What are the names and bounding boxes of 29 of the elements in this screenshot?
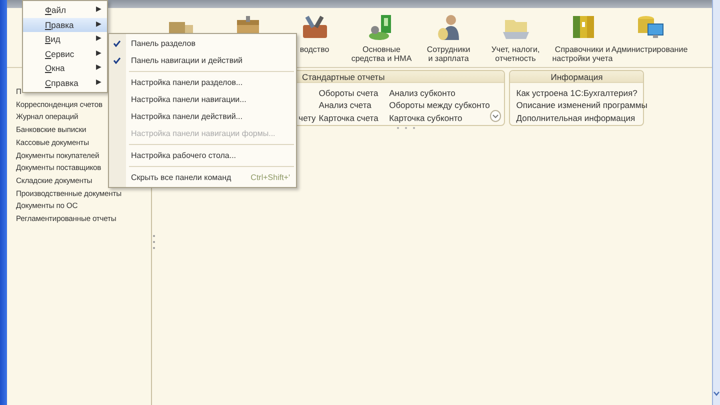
report-link[interactable]: Анализ счета bbox=[318, 99, 390, 112]
section-label[interactable]: водство bbox=[300, 45, 330, 54]
expand-button[interactable] bbox=[490, 110, 501, 122]
menu-item[interactable]: Настройка рабочего стола... bbox=[109, 147, 296, 164]
report-link[interactable]: Обороты счета bbox=[318, 86, 390, 100]
resize-grip-icon[interactable] bbox=[396, 126, 416, 130]
section-label[interactable]: Справочники и настройки учета bbox=[552, 45, 613, 64]
splitter-grip-icon[interactable] bbox=[152, 234, 156, 250]
section-label[interactable]: Основные средства и НМА bbox=[351, 45, 412, 64]
report-link[interactable]: Как устроена 1С:Бухгалтерия? bbox=[516, 86, 648, 100]
chevron-down-icon bbox=[492, 114, 499, 118]
section-label[interactable]: Учет, налоги, отчетность bbox=[491, 45, 540, 64]
section-label[interactable]: Администрирование bbox=[611, 45, 688, 54]
menu-item[interactable]: Панель разделов bbox=[109, 35, 296, 52]
scroll-down-icon[interactable] bbox=[713, 391, 720, 397]
report-link[interactable]: Обороты между субконто bbox=[389, 99, 490, 112]
report-link[interactable]: Карточка счета bbox=[318, 112, 390, 125]
report-link[interactable]: Дополнительная информация bbox=[516, 112, 648, 125]
section-label[interactable]: Сотрудники и зарплата bbox=[426, 45, 470, 64]
menu-item[interactable]: Панель навигации и действий bbox=[109, 52, 296, 69]
menu-item[interactable]: Настройка панели навигации... bbox=[109, 91, 296, 108]
report-link[interactable]: Карточка субконто bbox=[389, 112, 490, 125]
report-link[interactable]: Анализ субконто bbox=[389, 86, 490, 100]
panel-title: Информация bbox=[510, 71, 644, 83]
menu-item[interactable]: Скрыть все панели команд Ctrl+Shift+' bbox=[109, 169, 296, 186]
scrollbar[interactable] bbox=[712, 0, 720, 405]
menu-item[interactable]: Настройка панели действий... bbox=[109, 108, 296, 125]
report-link[interactable]: чету bbox=[298, 112, 316, 125]
report-link[interactable]: Описание изменений программы bbox=[516, 99, 648, 112]
